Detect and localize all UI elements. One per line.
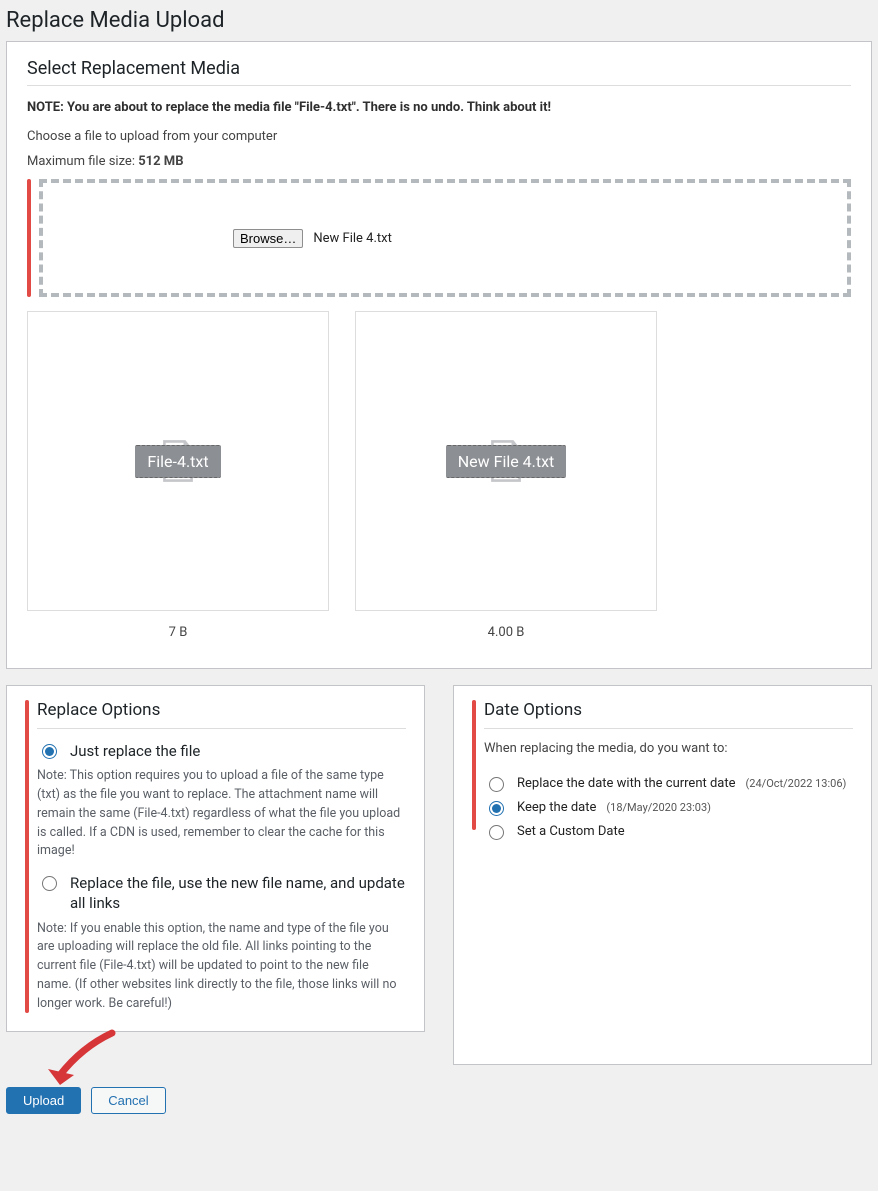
- file-drop-area[interactable]: Browse… New File 4.txt: [39, 179, 851, 297]
- preview-old-size: 7 B: [169, 625, 188, 640]
- preview-old-box: File-4.txt: [27, 311, 329, 611]
- browse-button[interactable]: Browse…: [233, 229, 303, 248]
- date-option-current[interactable]: Replace the date with the current date (…: [484, 774, 853, 792]
- date-option-label: Replace the date with the current date: [517, 776, 736, 791]
- preview-old-name: File-4.txt: [135, 445, 220, 478]
- upload-panel: Select Replacement Media NOTE: You are a…: [6, 41, 872, 669]
- replace-option-label: Just replace the file: [70, 741, 200, 761]
- accent-bar: [25, 700, 29, 1013]
- max-size-value: 512 MB: [138, 154, 183, 169]
- replace-option2-note: Note: If you enable this option, the nam…: [37, 920, 406, 1014]
- max-size-label: Maximum file size:: [27, 154, 138, 169]
- date-option-custom[interactable]: Set a Custom Date: [484, 822, 853, 840]
- radio-date-keep[interactable]: [489, 801, 504, 816]
- radio-rename-update[interactable]: [42, 876, 57, 891]
- radio-date-current[interactable]: [489, 777, 504, 792]
- cancel-button[interactable]: Cancel: [91, 1087, 165, 1114]
- date-option-label: Set a Custom Date: [517, 824, 625, 839]
- replace-option-rename-update[interactable]: Replace the file, use the new file name,…: [37, 873, 406, 914]
- date-option-keep[interactable]: Keep the date (18/May/2020 23:03): [484, 798, 853, 816]
- preview-new-name: New File 4.txt: [446, 445, 567, 478]
- date-options-desc: When replacing the media, do you want to…: [484, 741, 853, 756]
- date-options-panel: Date Options When replacing the media, d…: [453, 685, 872, 1065]
- radio-just-replace[interactable]: [42, 744, 57, 759]
- replace-options-panel: Replace Options Just replace the file No…: [6, 685, 425, 1032]
- replace-warning: NOTE: You are about to replace the media…: [27, 100, 851, 115]
- accent-bar: [27, 179, 31, 297]
- preview-new-size: 4.00 B: [488, 625, 525, 640]
- date-options-heading: Date Options: [484, 700, 853, 729]
- replace-option-label: Replace the file, use the new file name,…: [70, 873, 406, 914]
- radio-date-custom[interactable]: [489, 825, 504, 840]
- upload-button[interactable]: Upload: [6, 1087, 81, 1114]
- date-option-sub: (18/May/2020 23:03): [606, 801, 711, 814]
- accent-bar: [472, 700, 476, 830]
- choose-instruction: Choose a file to upload from your comput…: [27, 129, 851, 144]
- preview-new-box: New File 4.txt: [355, 311, 657, 611]
- replace-options-heading: Replace Options: [37, 700, 406, 729]
- replace-option-just-replace[interactable]: Just replace the file: [37, 741, 406, 761]
- section-heading: Select Replacement Media: [27, 58, 851, 86]
- replace-option1-note: Note: This option requires you to upload…: [37, 767, 406, 861]
- date-option-sub: (24/Oct/2022 13:06): [746, 777, 847, 790]
- preview-new-column: New File 4.txt 4.00 B: [355, 311, 657, 640]
- date-option-label: Keep the date: [517, 800, 596, 815]
- selected-file-name: New File 4.txt: [313, 231, 391, 246]
- preview-old-column: File-4.txt 7 B: [27, 311, 329, 640]
- page-title: Replace Media Upload: [6, 0, 872, 41]
- max-file-size: Maximum file size: 512 MB: [27, 154, 851, 169]
